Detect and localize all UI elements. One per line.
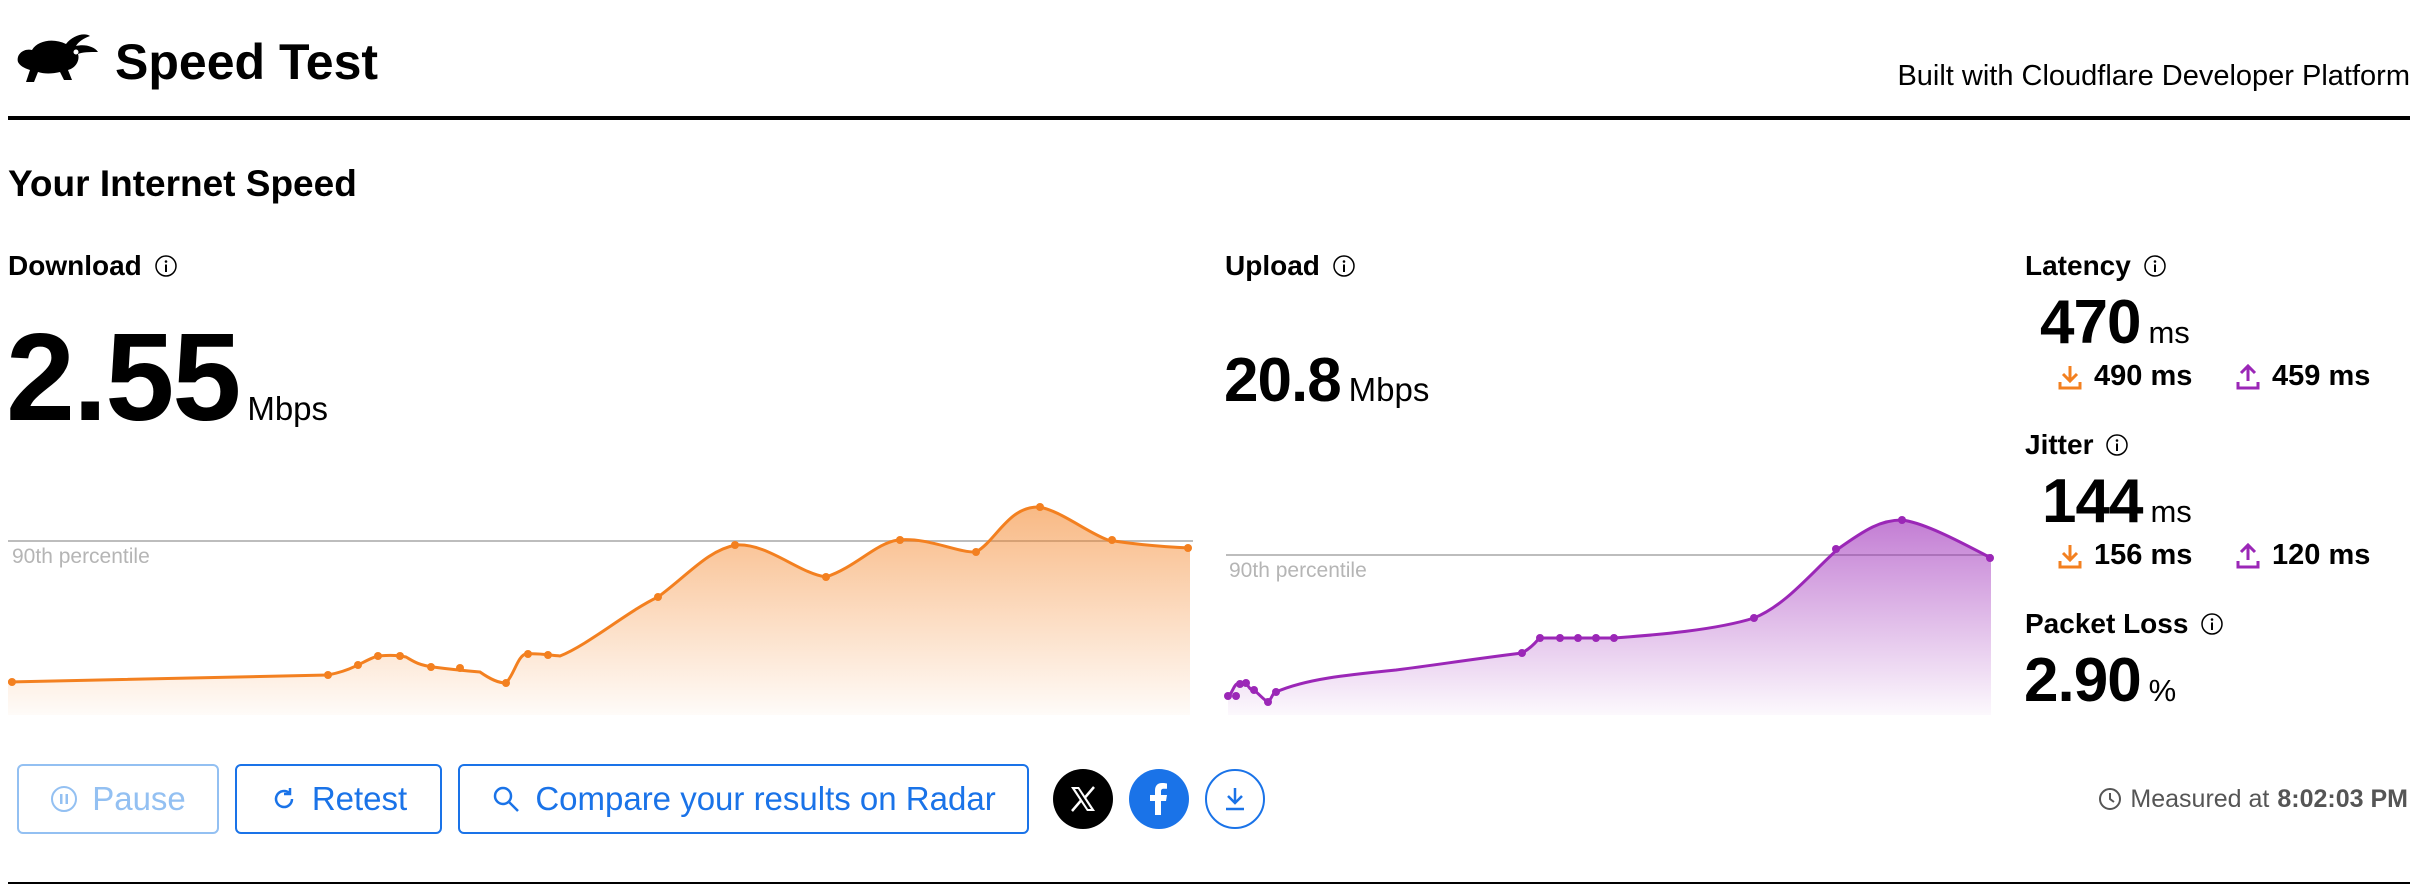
percentile-label: 90th percentile: [1229, 559, 1367, 582]
info-icon[interactable]: [1332, 254, 1356, 278]
jitter-upload-value: 120 ms: [2272, 539, 2371, 571]
latency-upload: 459 ms: [2236, 360, 2370, 393]
packet-loss-label-text: Packet Loss: [2025, 608, 2189, 639]
compare-radar-button[interactable]: Compare your results on Radar: [458, 764, 1029, 834]
upload-arrow-icon: [2236, 542, 2260, 568]
clock-icon: [2099, 788, 2122, 810]
download-value: 2.55: [6, 309, 241, 447]
jitter-unit: ms: [2150, 494, 2192, 529]
download-chart: 90th percentile: [7, 503, 1193, 715]
facebook-icon: [1150, 783, 1167, 815]
info-icon[interactable]: [154, 254, 178, 278]
upload-value: 20.8: [1224, 346, 1342, 415]
measured-at: Measured at 8:02:03 PM: [2098, 782, 2408, 816]
info-icon[interactable]: [2143, 254, 2167, 278]
packet-loss-label: Packet Loss: [2025, 606, 2224, 642]
latency-upload-value: 459 ms: [2272, 360, 2371, 392]
download-arrow-icon: [2058, 544, 2082, 568]
share-facebook-button[interactable]: [1129, 769, 1189, 829]
pause-button-label: Pause: [92, 780, 186, 817]
retest-button-label: Retest: [311, 780, 408, 817]
jitter-upload: 120 ms: [2236, 539, 2370, 572]
pause-button[interactable]: Pause: [17, 764, 219, 834]
download-area: [8, 507, 1190, 715]
latency-download: 490 ms: [2058, 360, 2192, 393]
x-logo-icon: [1071, 786, 1095, 812]
upload-unit: Mbps: [1348, 371, 1430, 408]
upload-label: Upload: [1225, 248, 1356, 284]
latency-value-group: 470 ms: [2040, 290, 2190, 356]
measured-prefix: Measured at: [2130, 785, 2270, 813]
upload-value-group: 20.8 Mbps: [1224, 346, 1429, 416]
latency-value: 470: [2040, 288, 2141, 357]
pause-icon: [51, 786, 78, 812]
section-title: Your Internet Speed: [8, 163, 357, 204]
upload-chart: 90th percentile: [1224, 516, 1994, 715]
rabbit-icon: [14, 30, 100, 88]
measured-time: 8:02:03 PM: [2277, 785, 2408, 813]
latency-download-value: 490 ms: [2094, 360, 2193, 392]
percentile-label: 90th percentile: [12, 545, 150, 568]
jitter-value-group: 144 ms: [2042, 469, 2192, 535]
jitter-download: 156 ms: [2058, 539, 2192, 572]
built-with-link[interactable]: Built with Cloudflare Developer Platform: [1897, 56, 2410, 96]
info-icon[interactable]: [2105, 433, 2129, 457]
share-x-button[interactable]: [1053, 769, 1113, 829]
jitter-label: Jitter: [2025, 427, 2129, 463]
info-icon[interactable]: [2200, 612, 2224, 636]
upload-label-text: Upload: [1225, 250, 1320, 281]
download-label-text: Download: [8, 250, 142, 281]
latency-label: Latency: [2025, 248, 2167, 284]
packet-loss-value: 2.90: [2024, 646, 2142, 715]
jitter-download-value: 156 ms: [2094, 539, 2193, 571]
retest-button[interactable]: Retest: [235, 764, 442, 834]
app-title: Speed Test: [115, 34, 379, 90]
latency-unit: ms: [2148, 315, 2190, 350]
download-arrow-icon: [2058, 365, 2082, 389]
jitter-label-text: Jitter: [2025, 429, 2094, 460]
download-unit: Mbps: [247, 390, 329, 427]
download-icon: [1226, 788, 1244, 811]
download-value-group: 2.55 Mbps: [6, 309, 329, 447]
latency-label-text: Latency: [2025, 250, 2131, 281]
header-divider: [8, 116, 2410, 120]
packet-loss-unit: %: [2148, 673, 2177, 708]
download-label: Download: [8, 248, 178, 284]
packet-loss-value-group: 2.90 %: [2024, 648, 2176, 714]
upload-arrow-icon: [2236, 363, 2260, 389]
search-icon: [494, 786, 520, 812]
compare-radar-label: Compare your results on Radar: [535, 780, 996, 817]
upload-area: [1228, 520, 1991, 715]
jitter-value: 144: [2042, 467, 2143, 536]
download-results-button[interactable]: [1205, 769, 1265, 829]
refresh-icon: [274, 788, 294, 809]
